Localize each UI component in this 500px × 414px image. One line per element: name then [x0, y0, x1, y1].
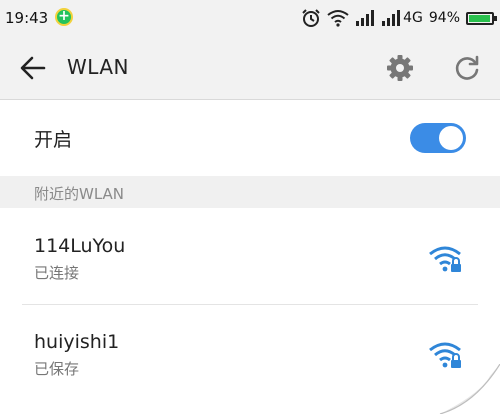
- battery-icon: [466, 11, 497, 25]
- wlan-toggle-switch[interactable]: [410, 123, 466, 153]
- network-name: huiyishi1: [34, 331, 120, 353]
- network-status: 已保存: [34, 360, 80, 378]
- battery-percent: 94%: [428, 10, 460, 26]
- battery-fill: [469, 14, 490, 22]
- cell-signal-icon: [356, 10, 375, 26]
- network-type: 4G: [403, 10, 423, 26]
- arrow-left-icon: [20, 56, 46, 80]
- network-status: 已连接: [34, 264, 80, 282]
- network-item-114luyou[interactable]: 114LuYou 已连接: [0, 209, 500, 305]
- back-button[interactable]: [18, 54, 48, 82]
- network-name: 114LuYou: [34, 235, 126, 257]
- status-bar: 19:43 + 4G 94%: [0, 0, 500, 36]
- page-curl-decoration: [439, 364, 500, 414]
- toolbar: WLAN: [0, 36, 500, 100]
- toggle-knob: [439, 126, 463, 150]
- settings-button[interactable]: [385, 53, 415, 83]
- gear-icon: [387, 55, 413, 81]
- plus-circle-icon: +: [55, 8, 73, 26]
- wifi-lock-icon: [429, 246, 461, 272]
- alarm-icon: [302, 9, 320, 27]
- cell-signal-icon: [382, 10, 401, 26]
- refresh-icon: [455, 55, 479, 80]
- nearby-wlan-header: 附近的WLAN: [0, 176, 500, 208]
- status-icons: 4G 94%: [301, 7, 497, 29]
- section-title: 附近的WLAN: [34, 185, 125, 203]
- page-title: WLAN: [67, 55, 130, 79]
- status-time: 19:43: [5, 9, 49, 27]
- wlan-toggle-label: 开启: [34, 129, 73, 151]
- wlan-toggle-row: 开启: [0, 100, 500, 176]
- wifi-signal-icon: [327, 10, 349, 27]
- refresh-button[interactable]: [452, 53, 482, 83]
